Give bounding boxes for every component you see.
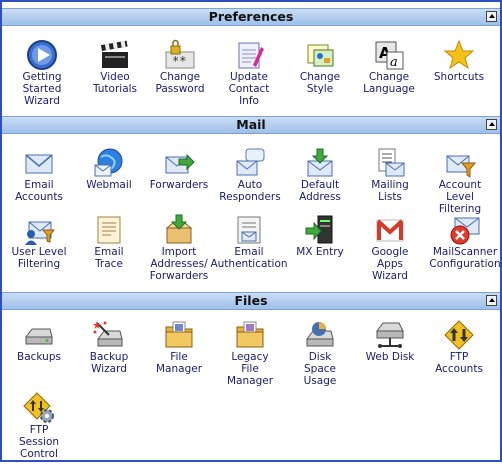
backup-wizard-button[interactable]: Backup Wizard bbox=[69, 319, 149, 397]
item-label: Webmail bbox=[86, 179, 132, 191]
item-label: Backup Wizard bbox=[89, 351, 129, 375]
trace-envelope-icon bbox=[97, 216, 121, 244]
shortcuts-button[interactable]: Shortcuts bbox=[419, 39, 499, 117]
section-title: Files bbox=[234, 293, 268, 308]
svg-text:a: a bbox=[390, 55, 398, 70]
notepad-pencil-icon bbox=[238, 42, 264, 69]
item-label: User Level Filtering bbox=[11, 246, 67, 270]
collapse-icon[interactable] bbox=[486, 11, 497, 22]
item-label: Legacy File Manager bbox=[226, 351, 274, 387]
clapperboard-icon bbox=[100, 40, 128, 68]
password-lock-icon: ** bbox=[165, 39, 195, 69]
section-header-mail[interactable]: Mail bbox=[2, 116, 500, 134]
item-label: Google Apps Wizard bbox=[371, 246, 409, 282]
item-label: Web Disk bbox=[365, 351, 415, 363]
play-icon bbox=[27, 40, 57, 70]
item-label: Email Trace bbox=[94, 246, 124, 270]
item-label: Email Accounts bbox=[15, 179, 63, 203]
forward-arrow-envelope-icon bbox=[165, 153, 195, 174]
item-label: Mailing Lists bbox=[371, 179, 409, 203]
item-label: FTP Accounts bbox=[435, 351, 483, 375]
item-label: FTP Session Control bbox=[18, 424, 60, 460]
star-icon bbox=[443, 39, 475, 70]
file-manager-button[interactable]: File Manager bbox=[139, 319, 219, 397]
item-label: Update Contact Info bbox=[228, 71, 270, 107]
block-envelope-icon bbox=[450, 217, 480, 245]
item-label: MX Entry bbox=[296, 246, 344, 258]
list-envelope-icon bbox=[378, 148, 405, 177]
user-level-filtering-button[interactable]: User Level Filtering bbox=[0, 214, 79, 292]
mx-entry-button[interactable]: MX Entry bbox=[280, 214, 360, 292]
import-box-icon bbox=[165, 214, 193, 244]
style-palette-icon bbox=[307, 44, 334, 67]
envelope-icon bbox=[25, 154, 53, 174]
item-label: Email Authentication bbox=[210, 246, 288, 270]
globe-envelope-icon bbox=[94, 148, 123, 177]
section-header-files[interactable]: Files bbox=[2, 292, 500, 310]
legacy-file-manager-button[interactable]: Legacy File Manager bbox=[210, 319, 290, 397]
update-contact-info-button[interactable]: Update Contact Info bbox=[209, 39, 289, 117]
item-label: Auto Responders bbox=[219, 179, 281, 203]
disk-space-usage-button[interactable]: Disk Space Usage bbox=[280, 319, 360, 397]
item-label: Backups bbox=[17, 351, 61, 363]
collapse-icon[interactable] bbox=[486, 119, 497, 130]
item-label: Forwarders bbox=[149, 179, 209, 191]
section-header-preferences[interactable]: Preferences bbox=[2, 8, 500, 26]
email-authentication-button[interactable]: Email Authentication bbox=[209, 214, 289, 292]
sparkle-drive-icon bbox=[93, 321, 123, 347]
certificate-envelope-icon bbox=[237, 216, 261, 244]
cpanel-panel: Preferences Getting Started Wizard Video… bbox=[0, 0, 502, 462]
item-label: Getting Started Wizard bbox=[22, 71, 62, 107]
getting-started-wizard-button[interactable]: Getting Started Wizard bbox=[2, 39, 82, 117]
google-apps-wizard-button[interactable]: Google Apps Wizard bbox=[350, 214, 430, 292]
hard-drive-icon bbox=[25, 328, 53, 345]
speech-bubble-envelope-icon bbox=[236, 148, 265, 176]
item-label: Account Level Filtering bbox=[438, 179, 482, 215]
item-label: Import Addresses/ Forwarders bbox=[149, 246, 209, 282]
funnel-envelope-icon bbox=[446, 155, 476, 178]
web-disk-button[interactable]: Web Disk bbox=[350, 319, 430, 397]
language-aa-icon: A a bbox=[375, 41, 404, 70]
item-label: Change Style bbox=[299, 71, 341, 95]
item-label: MailScanner Configuration bbox=[429, 246, 501, 270]
collapse-icon[interactable] bbox=[486, 295, 497, 306]
email-trace-button[interactable]: Email Trace bbox=[69, 214, 149, 292]
change-style-button[interactable]: Change Style bbox=[280, 39, 360, 117]
ftp-gear-icon bbox=[23, 392, 54, 423]
section-title: Mail bbox=[236, 117, 266, 132]
change-language-button[interactable]: A a Change Language bbox=[349, 39, 429, 117]
folder-legacy-icon bbox=[236, 321, 264, 348]
network-disk-icon bbox=[376, 322, 404, 348]
item-label: Change Language bbox=[363, 71, 415, 95]
mailscanner-configuration-button[interactable]: MailScanner Configuration bbox=[425, 214, 502, 292]
ftp-arrows-icon bbox=[444, 320, 474, 350]
item-label: Change Password bbox=[155, 71, 205, 95]
disk-chart-icon bbox=[306, 322, 334, 347]
gmail-logo-icon bbox=[376, 219, 404, 242]
item-label: File Manager bbox=[155, 351, 203, 375]
ftp-accounts-button[interactable]: FTP Accounts bbox=[419, 319, 499, 397]
item-label: Shortcuts bbox=[433, 71, 485, 83]
server-arrow-icon bbox=[305, 215, 333, 244]
backups-button[interactable]: Backups bbox=[0, 319, 79, 397]
section-title: Preferences bbox=[208, 9, 294, 24]
change-password-button[interactable]: ** Change Password bbox=[140, 39, 220, 117]
folder-icon bbox=[165, 321, 193, 348]
download-arrow-envelope-icon bbox=[307, 148, 333, 177]
user-funnel-envelope-icon bbox=[25, 221, 55, 245]
svg-text:**: ** bbox=[172, 54, 186, 68]
item-label: Disk Space Usage bbox=[303, 351, 337, 387]
item-label: Default Address bbox=[299, 179, 341, 203]
ftp-session-control-button[interactable]: FTP Session Control bbox=[0, 392, 79, 470]
import-addresses-forwarders-button[interactable]: Import Addresses/ Forwarders bbox=[139, 214, 219, 292]
